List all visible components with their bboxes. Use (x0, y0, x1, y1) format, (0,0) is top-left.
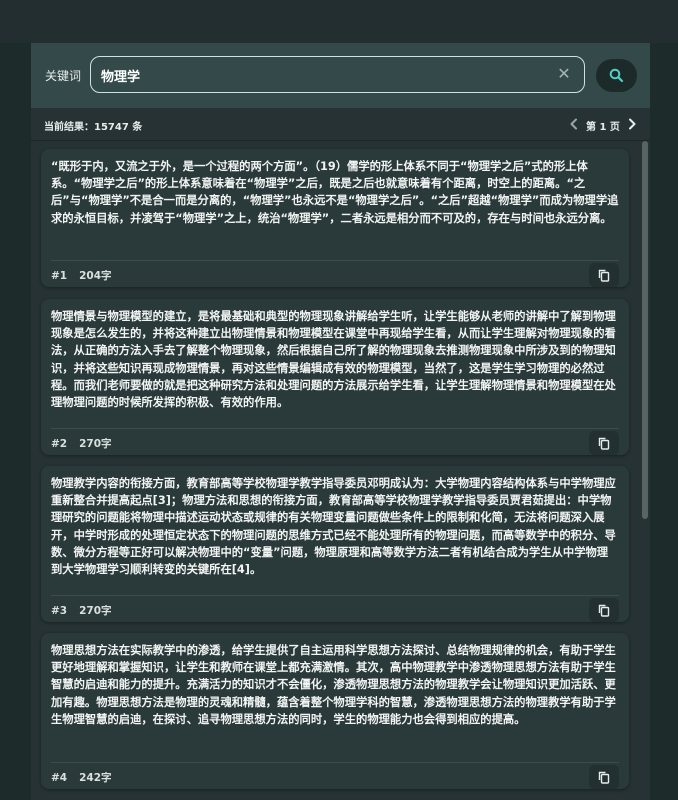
scrollbar[interactable] (642, 141, 648, 519)
card-meta: #2 270字 (51, 436, 112, 451)
result-card: 物理思想方法在实际教学中的渗透，给学生提供了自主运用科学思想方法探讨、总结物理规… (41, 633, 629, 789)
result-card: “既形于内，又流之于外，是一个过程的两个方面”。（19）儒学的形上体系不同于“物… (41, 149, 629, 287)
top-bar (0, 0, 678, 43)
result-text: 物理教学内容的衔接方面，教育部高等学校物理学教学指导委员邓明成认为：大学物理内容… (51, 477, 616, 577)
result-card: 物理教学内容的衔接方面，教育部高等学校物理学教学指导委员邓明成认为：大学物理内容… (41, 466, 629, 622)
card-meta: #3 270字 (51, 603, 112, 618)
keyword-label: 关键词 (45, 69, 82, 83)
search-input[interactable] (101, 65, 541, 85)
results-header: 当前结果：15747 条 第 1 页 (31, 108, 650, 141)
copy-icon (598, 771, 610, 784)
search-icon (609, 68, 624, 83)
result-index: #3 (51, 605, 68, 617)
search-bar: 关键词 ✕ (31, 43, 650, 108)
card-divider (51, 428, 619, 429)
result-index: #4 (51, 772, 68, 784)
chevron-left-icon[interactable] (567, 117, 581, 131)
result-text: “既形于内，又流之于外，是一个过程的两个方面”。（19）儒学的形上体系不同于“物… (51, 160, 619, 225)
result-index: #1 (51, 270, 68, 282)
copy-icon (598, 604, 610, 617)
result-card: 物理情景与物理模型的建立，是将最基础和典型的物理现象讲解给学生听，让学生能够从老… (41, 299, 629, 455)
char-count: 270字 (79, 605, 112, 617)
close-icon[interactable]: ✕ (554, 64, 574, 84)
search-field[interactable]: ✕ (90, 56, 585, 93)
card-divider (51, 260, 619, 261)
card-meta: #1 204字 (51, 268, 112, 283)
card-divider (51, 595, 619, 596)
copy-button[interactable] (589, 431, 619, 455)
char-count: 242字 (79, 772, 112, 784)
result-list[interactable]: “既形于内，又流之于外，是一个过程的两个方面”。（19）儒学的形上体系不同于“物… (31, 141, 650, 800)
char-count: 270字 (79, 438, 112, 450)
result-index: #2 (51, 438, 68, 450)
copy-button[interactable] (589, 765, 619, 789)
chevron-right-icon[interactable] (625, 117, 639, 131)
page-indicator: 第 1 页 (586, 122, 620, 133)
copy-icon (598, 269, 610, 282)
result-text: 物理思想方法在实际教学中的渗透，给学生提供了自主运用科学思想方法探讨、总结物理规… (51, 644, 616, 726)
result-text: 物理情景与物理模型的建立，是将最基础和典型的物理现象讲解给学生听，让学生能够从老… (51, 310, 616, 410)
card-meta: #4 242字 (51, 770, 112, 785)
copy-button[interactable] (589, 598, 619, 622)
result-count: 当前结果：15747 条 (44, 122, 143, 133)
char-count: 204字 (79, 270, 112, 282)
copy-icon (598, 437, 610, 450)
card-divider (51, 762, 619, 763)
copy-button[interactable] (589, 263, 619, 287)
search-button[interactable] (596, 59, 637, 92)
